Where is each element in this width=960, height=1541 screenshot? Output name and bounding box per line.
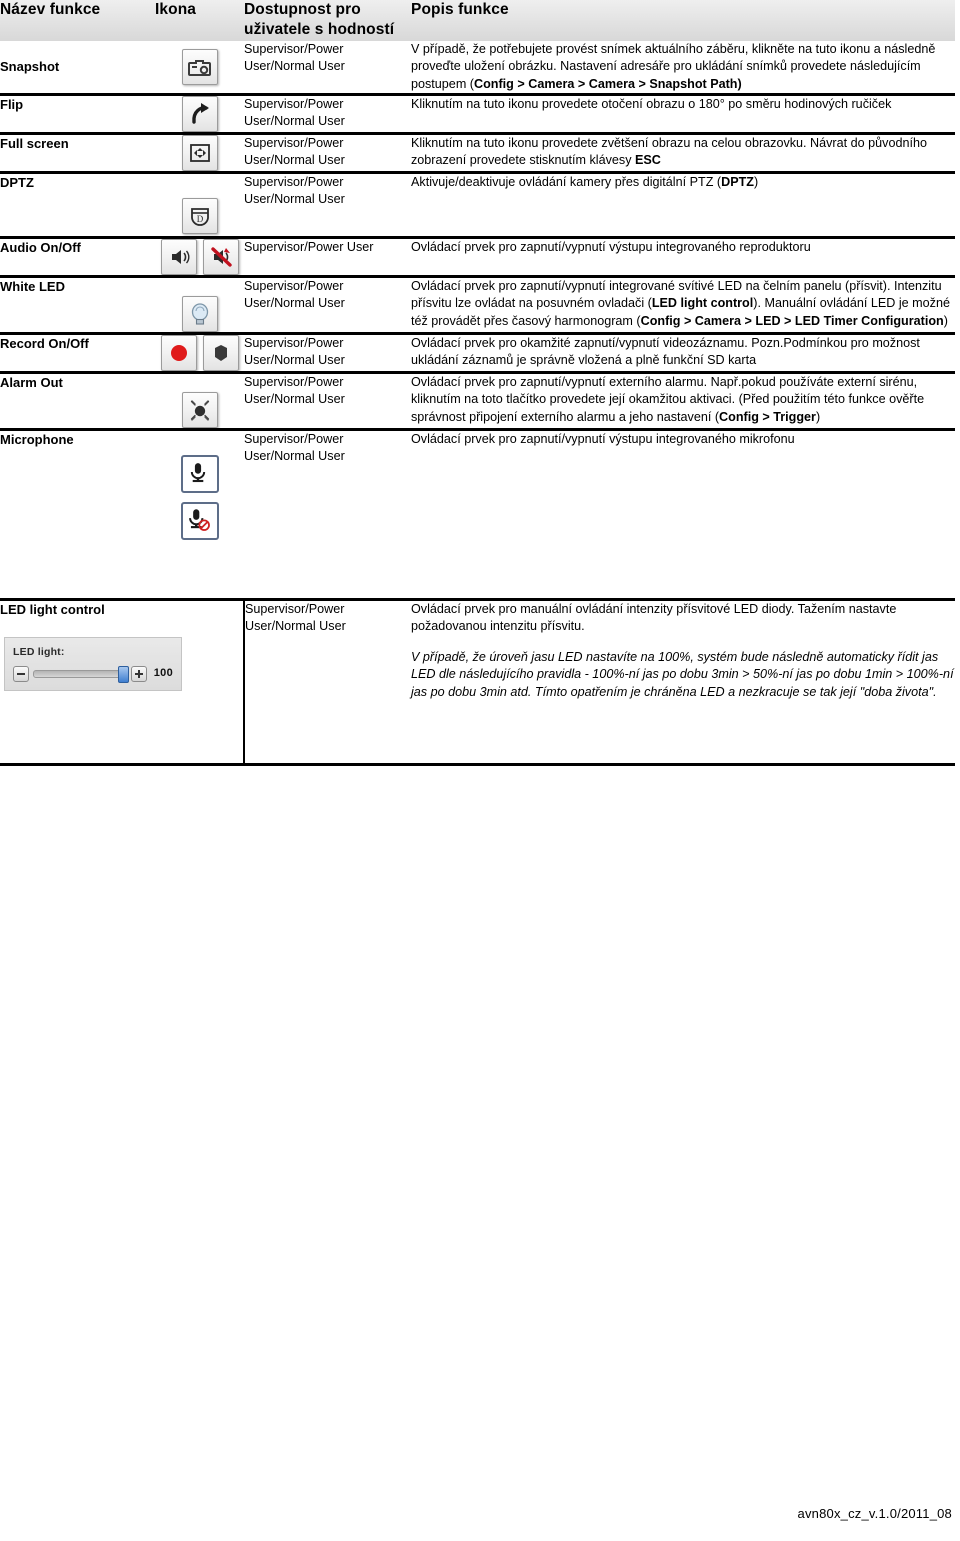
desc-text-bold: DPTZ (721, 175, 754, 190)
header-cell-name: Název funkce (0, 0, 155, 41)
description-microphone: Ovládací prvek pro zapnutí/vypnutí výstu… (411, 429, 955, 602)
led-slider-row[interactable]: 100 (13, 665, 173, 683)
table-row: Snapshot Supervisor/Power User/Normal Us… (0, 40, 955, 97)
desc-text-bold: Config > Trigger (719, 409, 816, 424)
row-label-white-led: White LED (0, 276, 155, 336)
row-label-led-light-control: LED light control (0, 602, 105, 618)
icon-cell-full-screen (155, 133, 244, 175)
availability-audio: Supervisor/Power User (244, 237, 411, 279)
icon-cell-dptz: D (155, 172, 244, 240)
row-label-audio-on-off: Audio On/Off (0, 237, 155, 279)
icon-cell-snapshot (155, 40, 244, 97)
availability-microphone: Supervisor/Power User/Normal User (244, 429, 411, 602)
led-value: 100 (153, 667, 173, 680)
description-alarm-out: Ovládací prvek pro zapnutí/vypnutí exter… (411, 372, 955, 432)
availability-dptz: Supervisor/Power User/Normal User (244, 172, 411, 240)
microphone-muted-icon[interactable] (180, 502, 219, 541)
availability-record: Supervisor/Power User/Normal User (244, 333, 411, 375)
desc-text: Ovládací prvek pro zapnutí/vypnutí exter… (411, 375, 925, 424)
description-snapshot: V případě, že potřebujete provést snímek… (411, 40, 955, 97)
dptz-icon[interactable]: D (181, 198, 218, 235)
desc-text: Aktivuje/deaktivuje ovládání kamery přes… (411, 175, 722, 190)
row-label-snapshot: Snapshot (0, 40, 155, 97)
description-white-led: Ovládací prvek pro zapnutí/vypnutí integ… (411, 276, 955, 336)
desc-text-bold: ESC (635, 153, 661, 168)
row-label-record-on-off: Record On/Off (0, 333, 155, 375)
led-increase-button[interactable] (130, 665, 147, 682)
desc-text-bold-2: Config > Camera > LED > LED Timer Config… (640, 313, 944, 328)
microphone-on-icon[interactable] (180, 455, 219, 494)
icon-cell-record (155, 333, 244, 375)
speaker-muted-icon[interactable] (202, 239, 239, 276)
led-light-label: LED light: (13, 645, 65, 658)
row-label-flip: Flip (0, 94, 155, 136)
desc-text: Kliknutím na tuto ikonu provedete zvětše… (411, 136, 927, 168)
led-slider-track[interactable] (33, 665, 129, 683)
white-led-bulb-icon[interactable] (181, 296, 218, 333)
row-label-dptz: DPTZ (0, 172, 155, 240)
desc-paragraph-1: Ovládací prvek pro manuální ovládání int… (411, 602, 897, 634)
desc-text-tail: ) (815, 409, 821, 424)
availability-full-screen: Supervisor/Power User/Normal User (244, 133, 411, 175)
table-row: Flip Supervisor/Power User/Normal User K… (0, 94, 955, 136)
desc-text-tail: ) (753, 175, 759, 190)
record-on-icon[interactable] (160, 335, 197, 372)
availability-led-light-control: Supervisor/Power User/Normal User (244, 599, 411, 767)
svg-text:D: D (196, 214, 203, 224)
footer-document-code: avn80x_cz_v.1.0/2011_08 (797, 1506, 952, 1521)
alarm-out-siren-icon[interactable] (181, 392, 218, 429)
led-slider-thumb[interactable] (117, 665, 129, 683)
function-table: Název funkce Ikona Dostupnost pro uživat… (0, 0, 955, 767)
header-cell-icon: Ikona (155, 0, 244, 41)
table-row: Full screen Supervisor/Power User/Normal… (0, 133, 955, 175)
table-row: LED light control LED light: 100 Supervi… (0, 599, 955, 767)
row-label-led-light-control-cell: LED light control LED light: 100 (0, 599, 245, 767)
table-row: Alarm Out Supervisor/Power User/Normal U… (0, 372, 955, 432)
description-dptz: Aktivuje/deaktivuje ovládání kamery přes… (411, 172, 955, 240)
led-decrease-button[interactable] (13, 665, 29, 682)
icon-cell-alarm-out (155, 372, 244, 432)
description-led-light-control: Ovládací prvek pro manuální ovládání int… (411, 599, 955, 767)
table-row: Microphone Supervisor/Power User/Normal … (0, 429, 955, 602)
table-header-row: Název funkce Ikona Dostupnost pro uživat… (0, 0, 955, 41)
speaker-on-icon[interactable] (160, 239, 197, 276)
row-label-full-screen: Full screen (0, 133, 155, 175)
desc-paragraph-2: V případě, že úroveň jasu LED nastavíte … (411, 649, 954, 699)
availability-flip: Supervisor/Power User/Normal User (244, 94, 411, 136)
description-audio: Ovládací prvek pro zapnutí/vypnutí výstu… (411, 237, 955, 279)
icon-cell-audio (155, 237, 244, 279)
desc-text-bold: Config > Camera > Camera > Snapshot Path… (474, 76, 742, 91)
availability-white-led: Supervisor/Power User/Normal User (244, 276, 411, 336)
header-cell-availability: Dostupnost pro uživatele s hodností (244, 0, 411, 41)
table-row: Audio On/Off Supervisor/Power User Ovlád… (0, 237, 955, 279)
table-row: DPTZ D Supervisor/Power User/Normal User… (0, 172, 955, 240)
table-row: Record On/Off Supervisor/Power User/Norm… (0, 333, 955, 375)
row-label-microphone: Microphone (0, 429, 155, 602)
table-row: White LED Supervisor/Power User/Normal U… (0, 276, 955, 336)
description-full-screen: Kliknutím na tuto ikonu provedete zvětše… (411, 133, 955, 175)
icon-cell-white-led (155, 276, 244, 336)
description-record: Ovládací prvek pro okamžité zapnutí/vypn… (411, 333, 955, 375)
availability-snapshot: Supervisor/Power User/Normal User (244, 40, 411, 97)
icon-cell-microphone (155, 429, 244, 602)
record-off-icon[interactable] (202, 335, 239, 372)
fullscreen-expand-icon[interactable] (181, 135, 218, 172)
desc-text-bold-1: LED light control (651, 296, 754, 311)
row-label-alarm-out: Alarm Out (0, 372, 155, 432)
snapshot-camera-icon[interactable] (181, 48, 218, 85)
availability-alarm-out: Supervisor/Power User/Normal User (244, 372, 411, 432)
header-cell-description: Popis funkce (411, 0, 955, 41)
desc-text-tail: ) (943, 313, 948, 328)
icon-cell-flip (155, 94, 244, 136)
flip-rotate-icon[interactable] (181, 96, 218, 133)
description-flip: Kliknutím na tuto ikonu provedete otočen… (411, 94, 955, 136)
led-light-control-widget[interactable]: LED light: 100 (4, 636, 182, 691)
document-page: Název funkce Ikona Dostupnost pro uživat… (0, 0, 960, 1541)
